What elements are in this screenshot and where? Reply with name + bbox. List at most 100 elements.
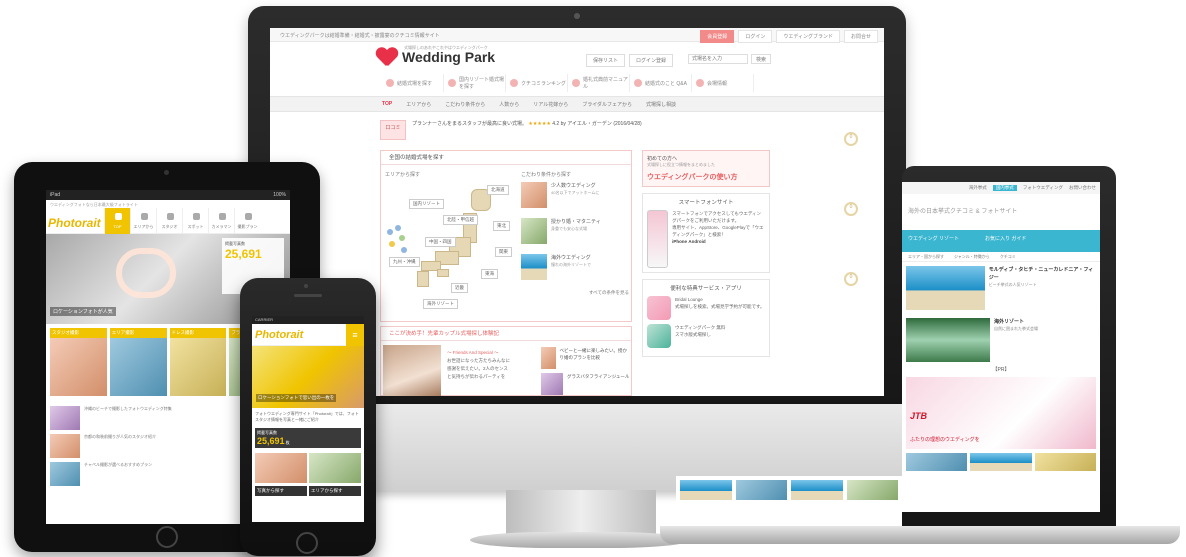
jtb-banner[interactable]: JTB ふたりの理想のウエディングを [906,377,1096,449]
region-kyushu-okinawa[interactable]: 九州・沖縄 [389,257,420,267]
region-tohoku[interactable]: 東北 [493,221,510,231]
laptop-link[interactable]: お問い合わせ [1069,185,1096,191]
circle-badge[interactable]: 0 [844,272,858,286]
laptop-bar-item[interactable]: ウエディング リゾート [908,235,959,247]
resort-title: 海外リゾート [994,319,1025,325]
tablet-camera [164,170,169,175]
laptop-link[interactable]: 国内挙式 [992,185,1017,191]
story-line: と気持ちが伝わるパーティを [447,374,506,379]
phone-speaker [294,294,322,297]
story-text: 〜 Friends And Special 〜 お世話になった方たちみんなに 感… [447,349,535,381]
monitor-camera [574,13,580,19]
category-card[interactable]: エリア撮影 [109,328,167,398]
condition-item[interactable]: 授かり婚・マタニティ 身重でも安心な式場 [521,218,629,248]
photorait-logo[interactable]: Photorait [255,329,303,341]
story-item[interactable]: グラスバタフライアンジュール [541,373,631,395]
tab-top[interactable]: TOP [104,208,130,234]
condition-item[interactable]: 海外ウエディング 憧れの海外リゾートで [521,254,629,284]
icon-nav-item[interactable]: 国内リゾート婚式場を探す [448,74,506,92]
pr-label: 【PR】 [992,367,1010,373]
icon-nav-item[interactable]: 会場情報 [696,74,754,92]
wedding-park-logo[interactable]: 式場探しのあれやこれやはウエディングパーク Wedding Park [376,45,496,66]
region-chugoku-shikoku[interactable]: 中国・四国 [425,237,456,247]
laptop-subnav-item[interactable]: ジャンル・特徴から [954,254,990,259]
category-card[interactable]: スタジオ撮影 [50,328,107,398]
smartphone-image [647,210,669,268]
resort-sub: ビーチ挙式の人気リゾート [988,282,1037,287]
region-tokai[interactable]: 東海 [481,269,498,279]
search-by-area-button[interactable]: エリアから探す [309,486,361,496]
resort-icon [448,79,456,87]
region-domestic-resort[interactable]: 国内リゾート [409,199,444,209]
list-text: 沖縄のビーチで撮影したフォトウエディング特集 [84,406,172,411]
region-hokuriku[interactable]: 北陸・甲信越 [443,215,478,225]
region-overseas-resort[interactable]: 海外リゾート [423,299,458,309]
gnav-consult[interactable]: 式場探し相談 [646,101,676,108]
category-label: エリア撮影 [109,328,167,338]
circle-badge[interactable]: 0 [844,132,858,146]
phone-hero[interactable]: ロケーションフォトで思い出の一枚を [252,346,364,408]
region-hokkaido[interactable]: 北海道 [487,185,509,195]
android-link[interactable]: Android [688,239,705,244]
icon-nav-item[interactable]: 婚礼式典前マニュアル [572,74,630,92]
resort-row[interactable]: 海外リゾート 自然に囲まれた挙式会場 [902,314,1100,366]
circle-badge[interactable]: 0 [844,202,858,216]
laptop-subnav-item[interactable]: エリア・国から探す [908,254,944,259]
app-desc: スマホ版式場探し [675,332,711,337]
site-tagline: ウエディングパークは結婚準備・結婚式・披露宴のクチコミ情報サイト [280,33,440,39]
laptop-subnav-item[interactable]: クチコミ [1000,254,1016,259]
ranking-icon [510,79,518,87]
region-kinki[interactable]: 近畿 [451,283,468,293]
see-all-conditions-link[interactable]: すべての条件を見る [521,290,629,296]
review-ticker[interactable]: 口コミ プランナーさんをまるスタッフが最高に良い式場。 ★★★★★ 4.2 by… [380,120,810,142]
phone-camera [304,284,308,288]
resort-row[interactable]: モルディブ・タヒチ・ニューカレドニア・フィジー ビーチ挙式の人気リゾート [902,262,1100,314]
search-input[interactable] [688,54,748,64]
category-card[interactable]: ドレス撮影 [169,328,227,398]
laptop-link[interactable]: フォトウエディング [1023,185,1063,191]
gnav-bridal-fair[interactable]: ブライダルフェアから [582,101,632,108]
gnav-area[interactable]: エリアから [406,101,431,108]
phone-photo[interactable] [309,453,361,483]
saved-list-button[interactable]: 保存リスト [586,54,626,67]
laptop-link[interactable]: 海外挙式 [969,185,987,191]
icon-nav-item[interactable]: 結婚式のこと Q&A [634,74,692,92]
search-button[interactable]: 検索 [751,54,772,64]
tablet-home-button[interactable] [156,526,178,548]
login-register-button[interactable]: ログイン登録 [629,54,674,67]
condition-item[interactable]: 少人数ウエディング 40名以下でアットホームに [521,182,629,212]
gnav-guests[interactable]: 人数から [499,101,519,108]
phone-home-button[interactable] [296,532,318,554]
tab-spot[interactable]: スポット [182,208,208,234]
condition-label: 少人数ウエディング [551,183,596,189]
couple-story-panel: ここが決め手！先輩カップル式場探し体験記 〜 Friends And Speci… [380,326,632,396]
icon-nav-item[interactable]: 結婚式場を探す [386,74,444,92]
gnav-conditions[interactable]: こだわり条件から [445,101,485,108]
smartphone-text: スマートフォンでアクセスしてもウエディングパークをご利用いただけます。 [672,211,762,223]
story-item[interactable]: ベビーと一緒に楽しみたい。授かり婚のプランを比較 [541,347,631,369]
laptop-site-title: 海外の日本挙式クチコミ & フォトサイト [908,209,1018,215]
menu-icon[interactable]: ≡ [346,324,364,346]
icon-nav-item[interactable]: クチコミランキング [510,74,568,92]
iphone-link[interactable]: iPhone [672,239,687,244]
app-item[interactable]: Bridal Lounge 式場探しを検索。式場見学予約が可能です。 [647,296,765,320]
review-meta: by アイエル・ガーデン (2016/04/28) [560,121,642,127]
story-item-text: グラスバタフライアンジュール [567,374,630,379]
hero-caption: ロケーションフォトが人気 [50,307,116,316]
tab-studio[interactable]: スタジオ [156,208,182,234]
region-kanto[interactable]: 関東 [495,247,512,257]
laptop-bottom-photos [902,453,1100,471]
brand-name: Wedding Park [402,49,496,65]
phone-photo[interactable] [255,453,307,483]
laptop-bar-item[interactable]: お気に入り ガイド [985,235,1026,247]
tab-photographer[interactable]: カメラマン [208,208,234,234]
photorait-logo[interactable]: Photorait [48,216,101,230]
first-visit-banner[interactable]: 初めての方へ 式場探しに役立つ情報をまとめました ウエディングパークの使い方 [642,150,770,187]
app-item[interactable]: ウエディングパーク 無料 スマホ版式場探し [647,324,765,348]
tab-area[interactable]: エリアから [130,208,156,234]
gnav-real-bride[interactable]: リアル花嫁から [533,101,568,108]
tab-plan[interactable]: 撮影プラン [234,208,260,234]
gnav-top[interactable]: TOP [382,101,392,108]
bride-photo[interactable] [383,345,441,396]
search-by-photo-button[interactable]: 写真から探す [255,486,307,496]
